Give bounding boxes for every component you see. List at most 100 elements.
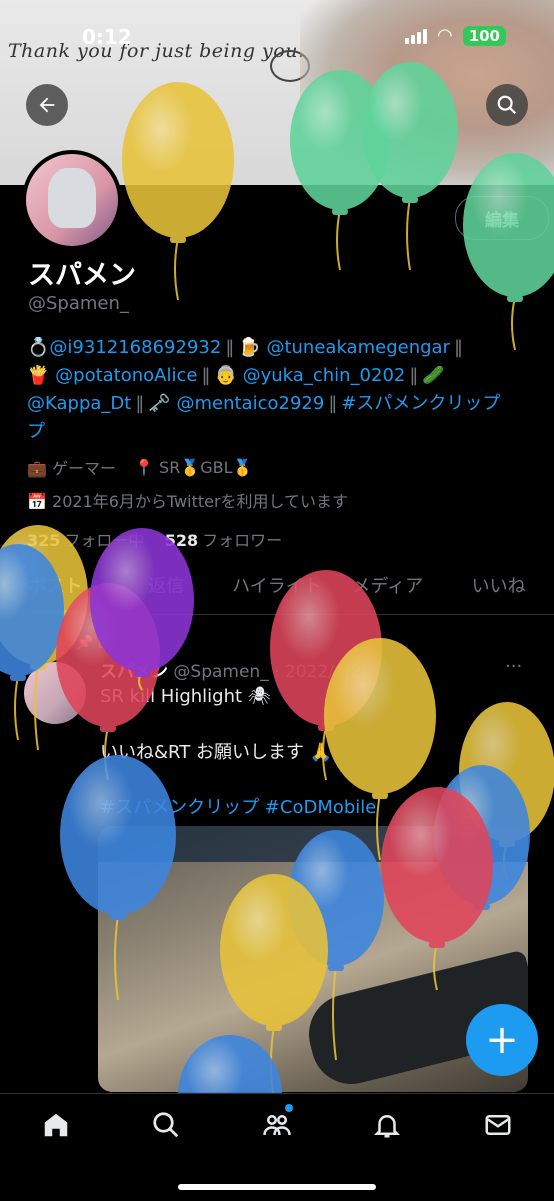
- balloon-knot: [100, 725, 116, 732]
- tweet-avatar[interactable]: [24, 662, 86, 724]
- home-indicator: [178, 1184, 376, 1190]
- notifications-icon: [373, 1115, 401, 1138]
- tweet-line-2: いいね&RT お願いします 🙏: [100, 742, 333, 763]
- bio-separator: ‖: [135, 393, 145, 414]
- back-button[interactable]: [26, 84, 68, 126]
- job-label: ゲーマー: [52, 459, 117, 478]
- nav-search[interactable]: [146, 1110, 186, 1150]
- following-link[interactable]: 325 フォロー中: [27, 531, 144, 550]
- tweet-header: スパメン @Spamen_ · 2022/4/26: [100, 657, 372, 682]
- tab-replies[interactable]: 返信: [111, 560, 222, 614]
- bio-emoji-cucumber: 🥒: [422, 365, 445, 386]
- profile-avatar[interactable]: [22, 150, 122, 250]
- home-icon: [44, 1113, 68, 1137]
- search-button[interactable]: [486, 84, 528, 126]
- edit-profile-button[interactable]: 編集: [455, 196, 549, 240]
- tweet-more-button[interactable]: ···: [505, 656, 522, 677]
- bio-emoji-beer: 🍺: [238, 337, 261, 358]
- battery-indicator: 100: [462, 25, 506, 46]
- follow-counts: 325 フォロー中 528 フォロワー: [27, 527, 282, 551]
- following-label: フォロー中: [64, 531, 145, 550]
- bio-mention-link[interactable]: @Kappa_Dt: [27, 393, 131, 414]
- communities-icon: [263, 1115, 291, 1136]
- tweet-author-name[interactable]: スパメン: [100, 662, 168, 682]
- bio-line-1: 💍@i9312168692932 ‖ 🍺 @tuneakamegengar ‖: [27, 334, 527, 362]
- communities-badge: [285, 1104, 293, 1112]
- location-pin-icon: 📍: [134, 457, 154, 477]
- balloon-knot: [332, 208, 348, 215]
- nav-notifications[interactable]: [367, 1110, 407, 1150]
- profile-joined: 📅 2021年6月からTwitterを利用しています: [27, 488, 348, 512]
- following-count: 325: [27, 531, 61, 550]
- wifi-icon: ◠: [436, 25, 453, 46]
- tweet-line-1: SR kill Highlight 🕷: [100, 686, 271, 707]
- search-icon: [153, 1112, 179, 1138]
- balloon-string: [406, 197, 411, 271]
- balloon-string: [174, 237, 179, 301]
- joined-label: 2021年6月からTwitterを利用しています: [52, 492, 349, 511]
- balloon-knot: [507, 295, 523, 302]
- bio-separator: ‖: [453, 337, 463, 358]
- briefcase-icon: 💼: [27, 459, 47, 478]
- status-icons: ◠ 100: [404, 25, 506, 46]
- location-label: SR🥇GBL🥇: [159, 457, 253, 477]
- calendar-icon: 📅: [27, 492, 47, 511]
- bio-separator: ‖: [201, 365, 211, 386]
- followers-label: フォロワー: [202, 531, 283, 550]
- profile-location: 📍 SR🥇GBL🥇: [134, 458, 252, 477]
- balloon-knot: [318, 724, 334, 731]
- display-name: スパメン: [28, 260, 136, 291]
- followers-count: 528: [164, 531, 199, 550]
- bio-mention-link[interactable]: @yuka_chin_0202: [243, 365, 406, 386]
- video-hud: [98, 826, 528, 862]
- status-time: 0:12: [82, 25, 132, 49]
- search-icon: [497, 95, 517, 115]
- bio-emoji-grandma: 👵: [214, 365, 237, 386]
- profile-meta: 💼 ゲーマー 📍 SR🥇GBL🥇: [27, 455, 252, 479]
- balloon-string: [14, 675, 19, 741]
- bio-mention-link[interactable]: @i9312168692932: [49, 337, 221, 358]
- tab-media[interactable]: メディア: [332, 560, 443, 614]
- pinned-text: 固: [97, 635, 112, 651]
- balloon-knot: [170, 236, 186, 243]
- balloon-string: [336, 209, 341, 271]
- bio-emoji-fries: 🍟: [27, 365, 50, 386]
- nav-communities[interactable]: [257, 1110, 297, 1150]
- bio-mention-link[interactable]: @potatonoAlice: [55, 365, 197, 386]
- profile-handle: @Spamen_: [28, 293, 129, 314]
- pinned-label: 📌 固: [76, 632, 112, 652]
- balloon-knot: [402, 196, 418, 203]
- banner-text: Thank you for just being you.: [8, 40, 305, 62]
- tab-posts[interactable]: ポスト: [0, 560, 111, 614]
- bio-line-3: @Kappa_Dt ‖ 🗝️ @mentaico2929 ‖ #スパメンクリップ: [27, 390, 527, 418]
- balloon-shine: [459, 702, 554, 842]
- balloon-body: [459, 702, 554, 842]
- bio-emoji-ring: 💍: [27, 337, 50, 358]
- bio-mention-link[interactable]: @mentaico2929: [176, 393, 324, 414]
- bio-mention-link[interactable]: @tuneakamegengar: [266, 337, 450, 358]
- compose-plus-icon: +: [485, 1017, 519, 1063]
- messages-icon: [485, 1115, 511, 1135]
- bio-separator: ‖: [409, 365, 419, 386]
- nav-home[interactable]: [36, 1110, 76, 1150]
- tab-highlights[interactable]: ハイライト: [222, 560, 333, 614]
- bio-line-4[interactable]: プ: [27, 418, 527, 446]
- bio-emoji-key: 🗝️: [148, 393, 171, 414]
- tweet-video[interactable]: [98, 826, 528, 1092]
- balloon-knot: [10, 674, 26, 681]
- profile-job: 💼 ゲーマー: [27, 455, 116, 479]
- bio-hashtag-link[interactable]: #スパメンクリップ: [341, 393, 500, 414]
- profile-bio: 💍@i9312168692932 ‖ 🍺 @tuneakamegengar ‖ 🍟 @…: [27, 334, 527, 446]
- bio-line-2: 🍟 @potatonoAlice ‖ 👵 @yuka_chin_0202 ‖ 🥒: [27, 362, 527, 390]
- bio-separator: ‖: [328, 393, 338, 414]
- followers-link[interactable]: 528 フォロワー: [165, 531, 282, 550]
- nav-messages[interactable]: [478, 1110, 518, 1150]
- tweet-author-handle: @Spamen_ · 2022/4/26: [173, 662, 373, 682]
- signal-icon: [404, 28, 427, 44]
- profile-tabs: ポスト 返信 ハイライト メディア いいね: [0, 560, 554, 615]
- compose-button[interactable]: +: [466, 1004, 538, 1076]
- tab-likes[interactable]: いいね: [443, 560, 554, 614]
- back-arrow-icon: [39, 97, 55, 113]
- tweet-hashtags[interactable]: #スパメンクリップ #CoDMobile: [100, 793, 530, 819]
- pin-icon: 📌: [76, 635, 94, 651]
